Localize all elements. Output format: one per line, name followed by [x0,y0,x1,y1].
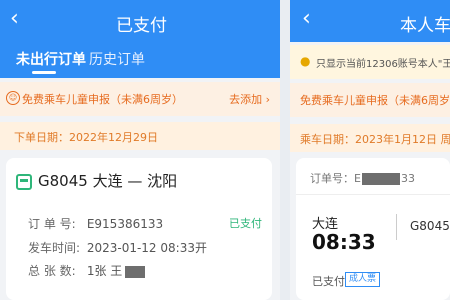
smile-icon: ☺ [6,91,20,105]
order-date-bar: 下单日期：2022年12月29日 [0,122,280,150]
train-number: G8045 [410,219,450,233]
redacted-name [125,265,146,278]
header-bar: ‹ 本人车票 [290,0,450,42]
depart-time-label: 发车时间: [28,241,81,255]
page-title: 已支付 [116,16,167,36]
ticket-card[interactable]: 订单号：E 33 大连 08:33 G8045 已支付 成人票 [296,158,450,300]
child-declaration-banner[interactable]: 免费乘车儿童申报（未满6周岁） [290,83,450,117]
order-date: 下单日期：2022年12月29日 [14,131,158,144]
page-title: 本人车票 [400,16,450,36]
ride-date-bar: 乘车日期：2023年1月12日 周四 [290,124,450,152]
status-badge: 已支付 [229,217,262,230]
payment-status: 已支付 [312,275,345,288]
train-route: G8045 大连 — 沈阳 [38,172,178,190]
order-number-label: 订 单 号: [28,217,76,231]
chevron-left-icon[interactable]: ‹ [10,8,19,30]
lightbulb-icon: ● [300,54,311,68]
order-card[interactable]: G8045 大连 — 沈阳 订 单 号: E915386133 已支付 发车时间… [6,158,272,300]
ticket-count-value: 1张 王 [86,264,123,278]
order-number: 订单号：E 33 [310,170,415,186]
add-child-link[interactable]: 去添加 › [229,91,270,107]
child-declaration-banner[interactable]: ☺ 免费乘车儿童申报（未满6周岁） 去添加 › [0,82,280,116]
order-number-row: 订 单 号: E915386133 [28,215,163,232]
promo-text: 免费乘车儿童申报（未满6周岁） [300,94,450,107]
chevron-left-icon[interactable]: ‹ [302,8,311,30]
order-number-prefix: 订单号：E [310,172,361,185]
ticket-detail-panel: ‹ 本人车票 ● 只显示当前12306账号本人"王 免费乘车儿童申报（未满6周岁… [290,0,450,300]
divider [296,194,450,195]
depart-time-value: 2023-01-12 08:33开 [86,241,207,255]
ticket-count-row: 总 张 数: 1张 王 [28,262,146,279]
tab-upcoming-orders[interactable]: 未出行订单 [16,49,86,69]
header-bar: ‹ 已支付 未出行订单 历史订单 [0,0,280,78]
train-icon [16,174,32,190]
tab-history-orders[interactable]: 历史订单 [89,49,145,69]
depart-time-row: 发车时间: 2023-01-12 08:33开 [28,239,207,256]
departure-time: 08:33 [312,230,376,254]
active-tab-indicator [32,71,56,74]
ticket-type-badge: 成人票 [345,272,381,287]
notice-text: 只显示当前12306账号本人"王 [316,59,450,70]
ticket-count-label: 总 张 数: [28,264,76,278]
ride-date: 乘车日期：2023年1月12日 周四 [300,133,450,146]
order-number-value: E915386133 [86,217,164,231]
promo-text: 免费乘车儿童申报（未满6周岁） [22,93,183,106]
account-notice: ● 只显示当前12306账号本人"王 [290,45,450,79]
order-list-panel: ‹ 已支付 未出行订单 历史订单 ☺ 免费乘车儿童申报（未满6周岁） 去添加 ›… [0,0,280,300]
order-number-suffix: 33 [400,172,415,185]
redacted-order [361,173,400,185]
